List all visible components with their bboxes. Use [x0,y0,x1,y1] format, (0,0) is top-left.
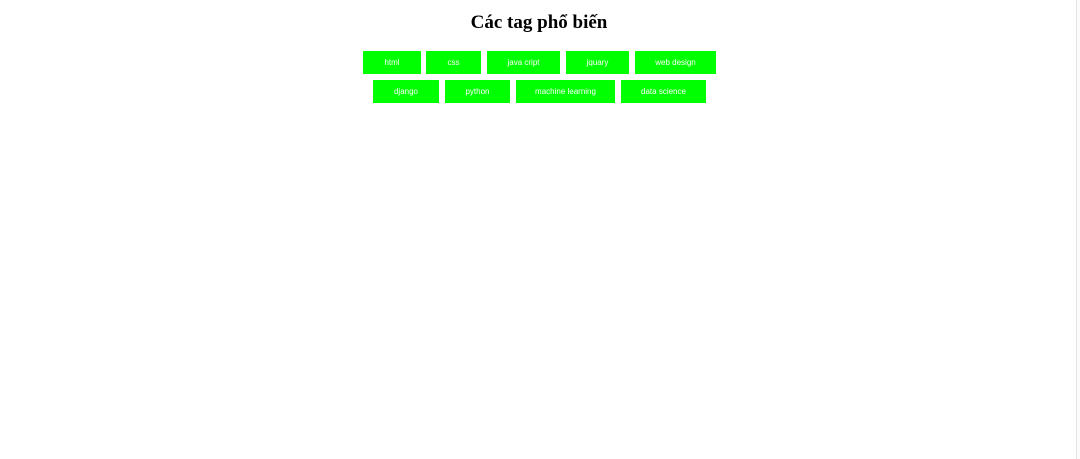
tag-jquary[interactable]: jquary [566,51,629,74]
tag-python[interactable]: python [445,80,510,103]
tag-html[interactable]: html [363,51,421,74]
tag-web-design[interactable]: web design [635,51,716,74]
tag-data-science[interactable]: data science [621,80,706,103]
page-title: Các tag phổ biến [470,12,608,33]
tag-django[interactable]: django [373,80,439,103]
tag-java-cript[interactable]: java cript [487,51,560,74]
page: Các tag phổ biến html css java cript jqu… [0,0,1080,459]
tag-machine-learning[interactable]: machine learning [516,80,615,103]
tag-css[interactable]: css [426,51,481,74]
